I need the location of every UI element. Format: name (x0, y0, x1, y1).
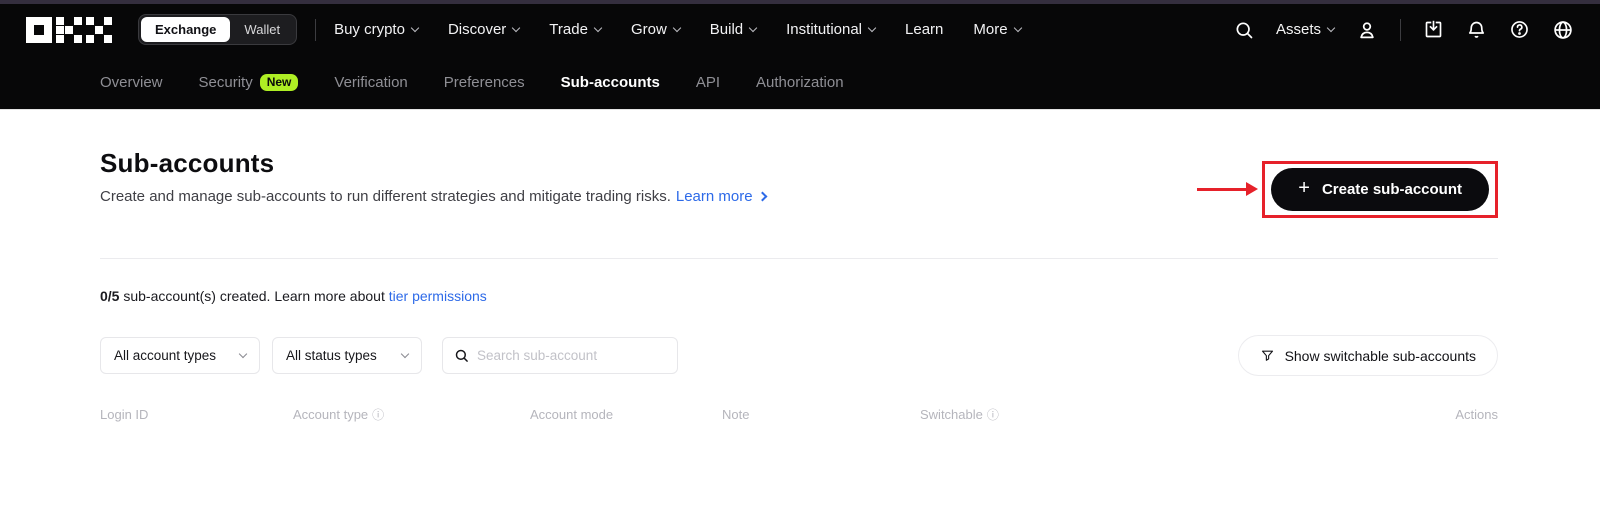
tab-security[interactable]: Security New (199, 73, 299, 91)
help-icon[interactable] (1509, 19, 1530, 40)
col-note: Note (722, 407, 750, 422)
info-icon[interactable]: ⓘ (987, 406, 999, 423)
primary-nav: Buy crypto Discover Trade Grow Build Ins… (334, 21, 1022, 38)
plus-icon: + (1298, 177, 1310, 199)
annotation-group: + Create sub-account (1197, 161, 1498, 218)
chevron-down-icon (748, 23, 758, 33)
learn-more-link[interactable]: Learn more (676, 188, 768, 205)
nav-more[interactable]: More (973, 21, 1022, 38)
exchange-wallet-toggle: Exchange Wallet (138, 14, 298, 45)
user-profile-icon[interactable] (1356, 19, 1378, 41)
chevron-right-icon (757, 191, 768, 202)
chevron-down-icon (400, 349, 410, 359)
wallet-tab[interactable]: Wallet (230, 17, 294, 42)
chevron-down-icon (238, 349, 248, 359)
new-badge: New (259, 73, 299, 91)
account-type-select[interactable]: All account types (100, 337, 260, 374)
chevron-down-icon (410, 23, 420, 33)
page-header: Sub-accounts Create and manage sub-accou… (100, 110, 1498, 218)
top-navigation-bar: Exchange Wallet Buy crypto Discover Trad… (0, 4, 1600, 55)
col-switchable: Switchable ⓘ (920, 406, 999, 423)
nav-discover[interactable]: Discover (448, 21, 521, 38)
annotation-highlight-box: + Create sub-account (1262, 161, 1498, 218)
chevron-down-icon (593, 23, 603, 33)
topbar-divider (315, 18, 317, 41)
filter-funnel-icon (1260, 348, 1275, 363)
create-sub-account-button[interactable]: + Create sub-account (1271, 168, 1489, 211)
main-content: Sub-accounts Create and manage sub-accou… (0, 110, 1600, 423)
nav-grow[interactable]: Grow (631, 21, 682, 38)
col-login-id: Login ID (100, 407, 149, 422)
chevron-down-icon (1013, 23, 1022, 33)
notifications-bell-icon[interactable] (1466, 19, 1487, 40)
show-switchable-button[interactable]: Show switchable sub-accounts (1237, 335, 1498, 376)
exchange-tab[interactable]: Exchange (141, 17, 231, 42)
nav-buy-crypto[interactable]: Buy crypto (334, 21, 420, 38)
col-account-mode: Account mode (530, 407, 614, 422)
chevron-down-icon (512, 23, 521, 33)
language-globe-icon[interactable] (1552, 19, 1574, 41)
nav-build[interactable]: Build (710, 21, 758, 38)
okx-logo-k-icon (56, 16, 82, 43)
annotation-arrow (1197, 182, 1259, 196)
tab-preferences[interactable]: Preferences (444, 74, 525, 91)
assets-menu[interactable]: Assets (1276, 21, 1336, 38)
sub-account-count: 0/5 (100, 288, 120, 304)
nav-trade[interactable]: Trade (549, 21, 603, 38)
tab-overview[interactable]: Overview (100, 74, 163, 91)
okx-logo-o-icon (26, 16, 52, 43)
chevron-down-icon (1326, 23, 1336, 33)
table-header-row: Login ID Account type ⓘ Account mode Not… (100, 406, 1498, 423)
page-title: Sub-accounts (100, 148, 275, 178)
okx-logo-x-icon (86, 16, 112, 43)
topbar-right-group: Assets (1234, 18, 1574, 41)
okx-logo[interactable] (26, 16, 112, 43)
account-subnav: Overview Security New Verification Prefe… (0, 55, 1600, 110)
nav-learn[interactable]: Learn (905, 21, 943, 38)
col-account-type: Account type ⓘ (293, 406, 385, 423)
tab-verification[interactable]: Verification (334, 74, 407, 91)
search-input[interactable] (477, 348, 666, 363)
nav-institutional[interactable]: Institutional (786, 21, 877, 38)
tier-permissions-link[interactable]: tier permissions (389, 288, 487, 304)
tab-authorization[interactable]: Authorization (756, 74, 844, 91)
page-description: Create and manage sub-accounts to run di… (100, 188, 768, 205)
col-actions: Actions (1455, 407, 1498, 422)
filter-row: All account types All status types Show … (100, 335, 1498, 376)
tab-api[interactable]: API (696, 74, 720, 91)
search-icon (454, 348, 469, 363)
sub-account-summary: 0/5 sub-account(s) created. Learn more a… (100, 288, 487, 304)
status-type-select[interactable]: All status types (272, 337, 422, 374)
tab-sub-accounts[interactable]: Sub-accounts (561, 74, 660, 91)
sub-account-search (442, 337, 678, 374)
chevron-down-icon (867, 23, 877, 33)
chevron-down-icon (672, 23, 682, 33)
topbar-divider (1400, 18, 1401, 41)
download-app-icon[interactable] (1423, 19, 1444, 40)
info-icon[interactable]: ⓘ (372, 406, 384, 423)
title-block: Sub-accounts Create and manage sub-accou… (100, 148, 768, 205)
search-icon[interactable] (1234, 20, 1254, 40)
